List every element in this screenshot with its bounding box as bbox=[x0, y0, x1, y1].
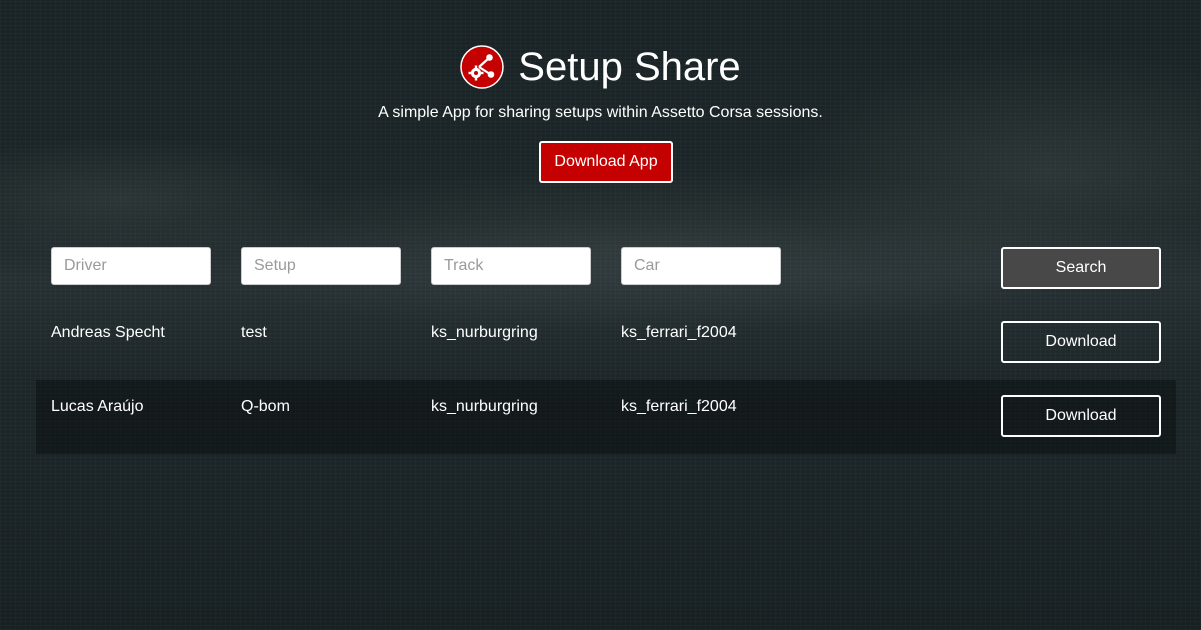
track-cell: ks_nurburgring bbox=[431, 398, 538, 415]
driver-cell: Lucas Araújo bbox=[51, 398, 144, 415]
search-button[interactable]: Search bbox=[1001, 247, 1161, 289]
car-cell: ks_ferrari_f2004 bbox=[621, 324, 737, 341]
driver-cell: Andreas Specht bbox=[51, 324, 165, 341]
setup-filter-input[interactable] bbox=[241, 247, 401, 285]
download-setup-button[interactable]: Download bbox=[1001, 321, 1161, 363]
table-row: Lucas Araújo Q-bom ks_nurburgring ks_fer… bbox=[36, 380, 1176, 454]
setup-cell: Q-bom bbox=[241, 398, 290, 415]
car-filter-input[interactable] bbox=[621, 247, 781, 285]
driver-filter-input[interactable] bbox=[51, 247, 211, 285]
download-setup-button[interactable]: Download bbox=[1001, 395, 1161, 437]
page-subtitle: A simple App for sharing setups within A… bbox=[378, 104, 823, 121]
share-gear-icon bbox=[460, 45, 505, 89]
track-filter-input[interactable] bbox=[431, 247, 591, 285]
setup-cell: test bbox=[241, 324, 267, 341]
title-row: Setup Share bbox=[0, 44, 1201, 90]
download-app-button[interactable]: Download App bbox=[539, 141, 673, 183]
table-row: Andreas Specht test ks_nurburgring ks_fe… bbox=[36, 306, 1176, 380]
page-title: Setup Share bbox=[518, 45, 741, 89]
track-cell: ks_nurburgring bbox=[431, 324, 538, 341]
car-cell: ks_ferrari_f2004 bbox=[621, 398, 737, 415]
